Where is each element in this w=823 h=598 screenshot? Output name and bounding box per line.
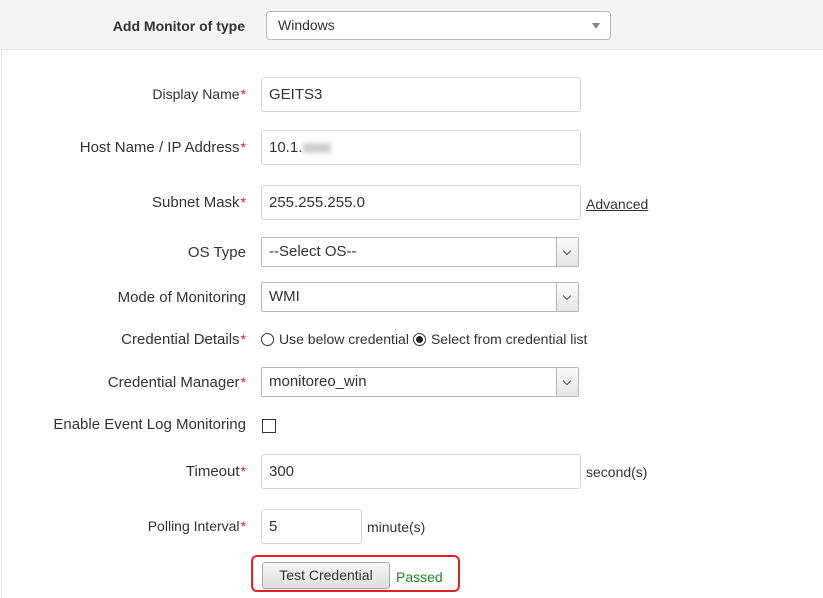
caret-down-icon (592, 23, 600, 29)
required-marker: * (240, 518, 246, 534)
polling-interval-unit: minute(s) (367, 519, 426, 535)
subnet-mask-value: 255.255.255.0 (269, 194, 365, 211)
credential-manager-label: Credential Manager* (108, 374, 246, 391)
display-name-value: GEITS3 (269, 86, 323, 103)
credential-details-label-text: Credential Details (121, 331, 240, 348)
monitor-type-value: Windows (278, 17, 335, 33)
advanced-link[interactable]: Advanced (586, 196, 648, 212)
credential-details-label: Credential Details* (121, 331, 246, 348)
monitor-type-select[interactable]: Windows (266, 11, 611, 40)
polling-interval-value: 5 (269, 518, 278, 535)
required-marker: * (240, 463, 246, 479)
chevron-down-icon[interactable] (556, 368, 578, 396)
chevron-down-icon[interactable] (556, 238, 578, 266)
os-type-value: --Select OS-- (269, 243, 357, 260)
chevron-down-icon[interactable] (556, 283, 578, 311)
polling-interval-label-text: Polling Interval (147, 518, 240, 534)
display-name-label: Display Name* (152, 86, 246, 102)
required-marker: * (240, 86, 246, 102)
use-below-credential-radio[interactable] (261, 332, 274, 346)
event-log-label-text: Enable Event Log Monitoring (53, 416, 246, 433)
subnet-mask-input[interactable]: 255.255.255.0 (261, 185, 581, 220)
required-marker: * (240, 139, 246, 155)
required-marker: * (240, 194, 246, 210)
host-name-label-text: Host Name / IP Address (79, 139, 240, 156)
required-marker: * (240, 374, 246, 390)
subnet-mask-label: Subnet Mask* (152, 194, 246, 211)
host-name-input[interactable]: 10.1. (261, 130, 581, 165)
host-name-value: 10.1. (269, 139, 303, 156)
left-divider (1, 50, 2, 598)
mode-value: WMI (269, 288, 300, 305)
event-log-checkbox[interactable] (262, 419, 276, 433)
timeout-value: 300 (269, 463, 295, 480)
redacted-ip-blur (303, 143, 332, 154)
credential-manager-label-text: Credential Manager (107, 374, 240, 391)
credential-details-radio-group: Use below credential Select from credent… (261, 331, 591, 347)
os-type-label: OS Type (188, 244, 246, 261)
monitor-type-header: Add Monitor of type Windows (0, 0, 823, 50)
os-type-select[interactable]: --Select OS-- (261, 237, 579, 267)
timeout-unit: second(s) (586, 464, 648, 480)
os-type-label-text: OS Type (187, 244, 246, 261)
required-marker: * (240, 331, 246, 347)
mode-label: Mode of Monitoring (118, 289, 246, 306)
credential-manager-value: monitoreo_win (269, 373, 367, 390)
credential-status-text: Passed (396, 569, 443, 585)
display-name-input[interactable]: GEITS3 (261, 77, 581, 112)
add-monitor-label: Add Monitor of type (112, 18, 245, 34)
timeout-label-text: Timeout (185, 463, 240, 480)
timeout-input[interactable]: 300 (261, 454, 581, 489)
host-name-label: Host Name / IP Address* (80, 139, 246, 156)
timeout-label: Timeout* (186, 463, 246, 480)
mode-select[interactable]: WMI (261, 282, 579, 312)
polling-interval-label: Polling Interval* (148, 518, 246, 534)
event-log-label: Enable Event Log Monitoring (53, 416, 246, 433)
display-name-label-text: Display Name (152, 86, 240, 102)
test-credential-button[interactable]: Test Credential (262, 562, 390, 589)
mode-label-text: Mode of Monitoring (117, 289, 246, 306)
credential-manager-select[interactable]: monitoreo_win (261, 367, 579, 397)
select-from-list-radio[interactable] (412, 332, 426, 346)
select-from-list-label[interactable]: Select from credential list (431, 331, 587, 347)
subnet-mask-label-text: Subnet Mask (152, 194, 240, 211)
use-below-credential-label[interactable]: Use below credential (279, 331, 409, 347)
polling-interval-input[interactable]: 5 (261, 509, 362, 544)
